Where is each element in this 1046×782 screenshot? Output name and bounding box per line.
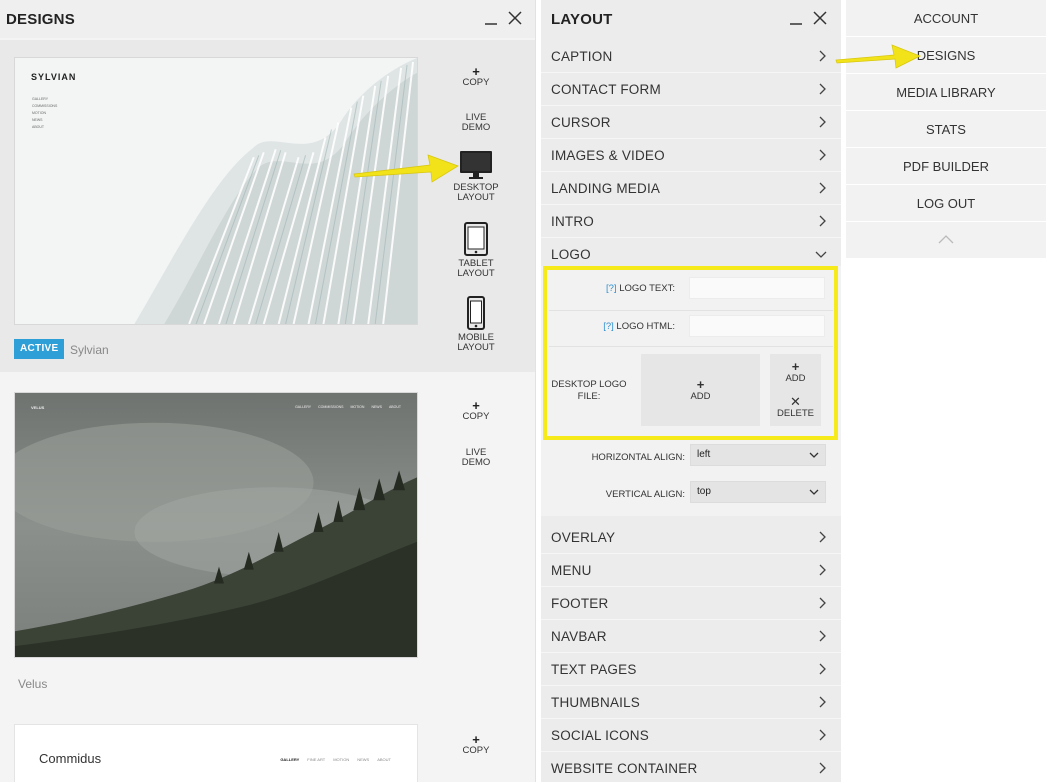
- close-icon[interactable]: [506, 9, 524, 27]
- preview-logo: SYLVIAN: [31, 72, 77, 82]
- layout-item-images-video[interactable]: IMAGES & VIDEO: [541, 139, 841, 172]
- layout-item-caption[interactable]: CAPTION: [541, 40, 841, 73]
- horizontal-align-select[interactable]: left: [690, 444, 826, 466]
- mobile-layout-button[interactable]: MOBILE LAYOUT: [436, 296, 516, 353]
- chevron-right-icon: [817, 696, 827, 708]
- chevron-right-icon: [817, 215, 827, 227]
- chevron-right-icon: [817, 531, 827, 543]
- layout-item-navbar[interactable]: NAVBAR: [541, 620, 841, 653]
- copy-button[interactable]: + COPY: [436, 399, 516, 422]
- copy-button[interactable]: + COPY: [436, 733, 516, 756]
- logo-fields-highlight: [543, 266, 838, 440]
- minimize-icon[interactable]: [787, 9, 805, 27]
- chevron-down-icon: [815, 249, 827, 259]
- design-name-sylvian: Sylvian: [70, 343, 109, 357]
- chevron-right-icon: [817, 630, 827, 642]
- chevron-right-icon: [817, 83, 827, 95]
- layout-item-overlay[interactable]: OVERLAY: [541, 521, 841, 554]
- preview-nav: GALLERY FINE ART MOTION NEWS ABOUT: [280, 757, 391, 762]
- chevron-right-icon: [817, 182, 827, 194]
- chevron-right-icon: [817, 729, 827, 741]
- chevron-right-icon: [817, 149, 827, 161]
- preview-nav: GALLERY COMMISSIONS MOTION NEWS ABOUT: [32, 97, 58, 129]
- chevron-right-icon: [817, 597, 827, 609]
- tablet-icon: [464, 222, 488, 256]
- account-menu-item-pdf-builder[interactable]: PDF BUILDER: [846, 148, 1046, 185]
- layout-item-footer[interactable]: FOOTER: [541, 587, 841, 620]
- vertical-align-row: VERTICAL ALIGN: top: [541, 481, 841, 511]
- layout-item-thumbnails[interactable]: THUMBNAILS: [541, 686, 841, 719]
- design-actions-velus: + COPY LIVE DEMO: [436, 372, 516, 702]
- designs-panel: DESIGNS SYLVIAN GALLERY COMMISSIONS MOTI…: [0, 0, 536, 782]
- layout-panel-title: LAYOUT: [551, 10, 613, 28]
- account-menu: ACCOUNT DESIGNS MEDIA LIBRARY STATS PDF …: [846, 0, 1046, 258]
- layout-item-text-pages[interactable]: TEXT PAGES: [541, 653, 841, 686]
- layout-item-social-icons[interactable]: SOCIAL ICONS: [541, 719, 841, 752]
- active-badge: ACTIVE: [14, 339, 65, 359]
- close-icon[interactable]: [811, 9, 829, 27]
- layout-item-contact-form[interactable]: CONTACT FORM: [541, 73, 841, 106]
- account-menu-item-media-library[interactable]: MEDIA LIBRARY: [846, 74, 1046, 111]
- design-card-commidus: Commidus GALLERY FINE ART MOTION NEWS AB…: [0, 706, 535, 782]
- designs-panel-header: DESIGNS: [0, 0, 535, 38]
- desktop-layout-button[interactable]: DESKTOP LAYOUT: [436, 150, 516, 203]
- chevron-right-icon: [817, 116, 827, 128]
- minimize-icon[interactable]: [482, 9, 500, 27]
- layout-item-website-container[interactable]: WEBSITE CONTAINER: [541, 752, 841, 782]
- sylvian-preview-image: [15, 58, 417, 324]
- layout-item-menu[interactable]: MENU: [541, 554, 841, 587]
- layout-item-cursor[interactable]: CURSOR: [541, 106, 841, 139]
- live-demo-button[interactable]: LIVE DEMO: [436, 113, 516, 133]
- desktop-monitor-icon: [460, 151, 492, 179]
- chevron-right-icon: [817, 663, 827, 675]
- designs-panel-title: DESIGNS: [6, 10, 75, 28]
- vertical-align-select[interactable]: top: [690, 481, 826, 503]
- account-menu-item-log-out[interactable]: LOG OUT: [846, 185, 1046, 222]
- preview-logo: VELUS: [31, 405, 45, 410]
- account-menu-item-account[interactable]: ACCOUNT: [846, 0, 1046, 37]
- chevron-right-icon: [817, 50, 827, 62]
- chevron-up-icon[interactable]: [936, 232, 956, 246]
- vertical-align-label: VERTICAL ALIGN:: [605, 489, 685, 500]
- mobile-phone-icon: [467, 296, 485, 330]
- horizontal-align-row: HORIZONTAL ALIGN: left: [541, 444, 841, 474]
- copy-button[interactable]: + COPY: [436, 65, 516, 88]
- preview-nav: GALLERY COMMISSIONS MOTION NEWS ABOUT: [295, 405, 401, 409]
- preview-logo: Commidus: [39, 751, 102, 766]
- tablet-layout-button[interactable]: TABLET LAYOUT: [436, 222, 516, 279]
- design-thumbnail-sylvian[interactable]: SYLVIAN GALLERY COMMISSIONS MOTION NEWS …: [14, 57, 418, 325]
- velus-preview-image: [15, 393, 417, 657]
- design-card-velus: VELUS GALLERY COMMISSIONS MOTION NEWS AB…: [0, 372, 535, 706]
- layout-panel-header: LAYOUT: [541, 0, 841, 38]
- account-menu-item-stats[interactable]: STATS: [846, 111, 1046, 148]
- account-menu-item-designs[interactable]: DESIGNS: [846, 37, 1046, 74]
- design-card-sylvian: SYLVIAN GALLERY COMMISSIONS MOTION NEWS …: [0, 40, 535, 372]
- chevron-right-icon: [817, 564, 827, 576]
- live-demo-button[interactable]: LIVE DEMO: [436, 448, 516, 468]
- layout-item-intro[interactable]: INTRO: [541, 205, 841, 238]
- layout-item-landing-media[interactable]: LANDING MEDIA: [541, 172, 841, 205]
- design-actions-commidus: + COPY: [436, 706, 516, 782]
- chevron-down-icon: [809, 489, 819, 495]
- chevron-right-icon: [817, 762, 827, 774]
- design-actions-sylvian: + COPY LIVE DEMO DESKTOP LAYOUT TABLET L…: [436, 40, 516, 370]
- design-name-velus: Velus: [18, 677, 48, 691]
- horizontal-align-label: HORIZONTAL ALIGN:: [591, 452, 685, 463]
- design-thumbnail-velus[interactable]: VELUS GALLERY COMMISSIONS MOTION NEWS AB…: [14, 392, 418, 658]
- chevron-down-icon: [809, 452, 819, 458]
- design-thumbnail-commidus[interactable]: Commidus GALLERY FINE ART MOTION NEWS AB…: [14, 724, 418, 782]
